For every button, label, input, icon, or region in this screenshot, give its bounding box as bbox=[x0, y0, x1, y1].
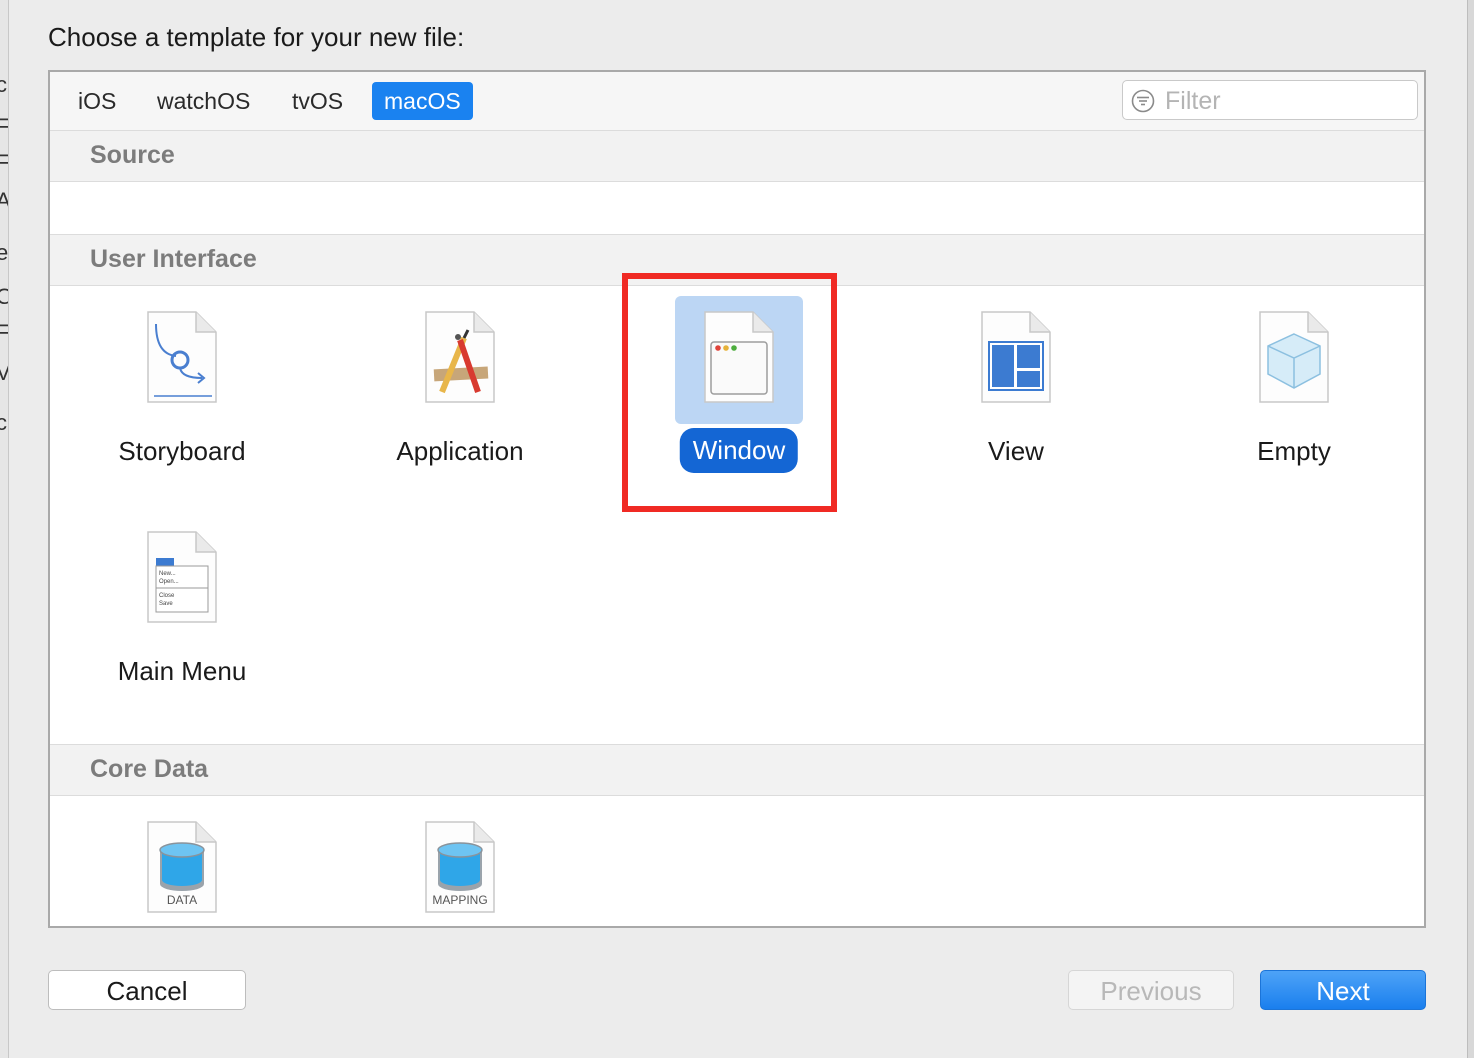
tile-label: Storyboard bbox=[118, 436, 246, 466]
tile-icon-area bbox=[118, 296, 246, 424]
dialog-right-edge bbox=[1467, 0, 1474, 1058]
background-window-edge: c F F A e O F V c bbox=[0, 0, 9, 1058]
tile-icon-area bbox=[396, 296, 524, 424]
tile-label: Main Menu bbox=[117, 656, 247, 686]
menu-preview-text: New... bbox=[159, 571, 176, 577]
tile-icon-area bbox=[952, 296, 1080, 424]
template-storyboard[interactable]: Storyboard bbox=[82, 296, 282, 486]
tile-icon-area: MAPPING bbox=[396, 806, 524, 926]
dialog-title: Choose a template for your new file: bbox=[48, 22, 465, 52]
template-empty[interactable]: Empty bbox=[1194, 296, 1394, 486]
tile-icon-area bbox=[1230, 296, 1358, 424]
edge-glyph: c bbox=[0, 72, 7, 98]
tile-icon-area: DATA bbox=[118, 806, 246, 926]
edge-glyph: c bbox=[0, 410, 7, 436]
application-icon bbox=[425, 311, 495, 403]
main-menu-icon: New... Open... Close Save bbox=[147, 531, 217, 623]
tile-label: Window bbox=[679, 428, 799, 473]
template-main-menu[interactable]: New... Open... Close Save Main Menu bbox=[82, 516, 282, 706]
template-panel: iOS watchOS tvOS macOS Source User Inter… bbox=[48, 70, 1426, 928]
icon-caption: DATA bbox=[167, 893, 197, 907]
filter-input[interactable] bbox=[1163, 84, 1407, 118]
edge-glyph: V bbox=[0, 360, 8, 386]
tab-macos[interactable]: macOS bbox=[372, 82, 473, 120]
tile-label: Application bbox=[396, 436, 524, 466]
section-header-core-data: Core Data bbox=[50, 744, 1424, 796]
edge-glyph: e bbox=[0, 240, 8, 266]
template-view[interactable]: View bbox=[916, 296, 1116, 486]
tile-icon-area: New... Open... Close Save bbox=[118, 516, 246, 644]
edge-glyph: F bbox=[0, 114, 8, 140]
filter-icon bbox=[1131, 89, 1155, 113]
section-title: Core Data bbox=[90, 755, 209, 783]
filter-field[interactable] bbox=[1122, 80, 1418, 120]
previous-button[interactable]: Previous bbox=[1068, 970, 1234, 1010]
section-title: Source bbox=[90, 141, 175, 169]
data-model-icon: DATA bbox=[147, 821, 217, 913]
menu-preview-text: Close bbox=[159, 593, 175, 599]
tab-ios[interactable]: iOS bbox=[66, 82, 128, 120]
tile-label: Empty bbox=[1257, 436, 1331, 466]
tab-watchos[interactable]: watchOS bbox=[145, 82, 262, 120]
edge-glyph: O bbox=[0, 284, 8, 310]
edge-glyph: F bbox=[0, 150, 8, 176]
empty-icon bbox=[1259, 311, 1329, 403]
tab-tvos[interactable]: tvOS bbox=[280, 82, 355, 120]
menu-preview-text: Open... bbox=[159, 579, 179, 585]
template-data-model[interactable]: DATA bbox=[82, 806, 282, 926]
next-button[interactable]: Next bbox=[1260, 970, 1426, 1010]
edge-glyph: F bbox=[0, 320, 8, 346]
template-mapping-model[interactable]: MAPPING bbox=[360, 806, 560, 926]
icon-caption: MAPPING bbox=[432, 893, 487, 907]
storyboard-icon bbox=[147, 311, 217, 403]
menu-preview-text: Save bbox=[159, 601, 173, 607]
mapping-model-icon: MAPPING bbox=[425, 821, 495, 913]
view-icon bbox=[981, 311, 1051, 403]
section-title: User Interface bbox=[90, 245, 257, 273]
tile-label: View bbox=[988, 436, 1044, 466]
section-header-source: Source bbox=[50, 130, 1424, 182]
edge-glyph: A bbox=[0, 188, 8, 214]
window-icon bbox=[704, 311, 774, 403]
template-window[interactable]: Window bbox=[639, 296, 839, 486]
template-application[interactable]: Application bbox=[360, 296, 560, 486]
tile-icon-area bbox=[675, 296, 803, 424]
platform-tab-bar: iOS watchOS tvOS macOS bbox=[50, 72, 1424, 131]
cancel-button[interactable]: Cancel bbox=[48, 970, 246, 1010]
section-header-user-interface: User Interface bbox=[50, 234, 1424, 286]
